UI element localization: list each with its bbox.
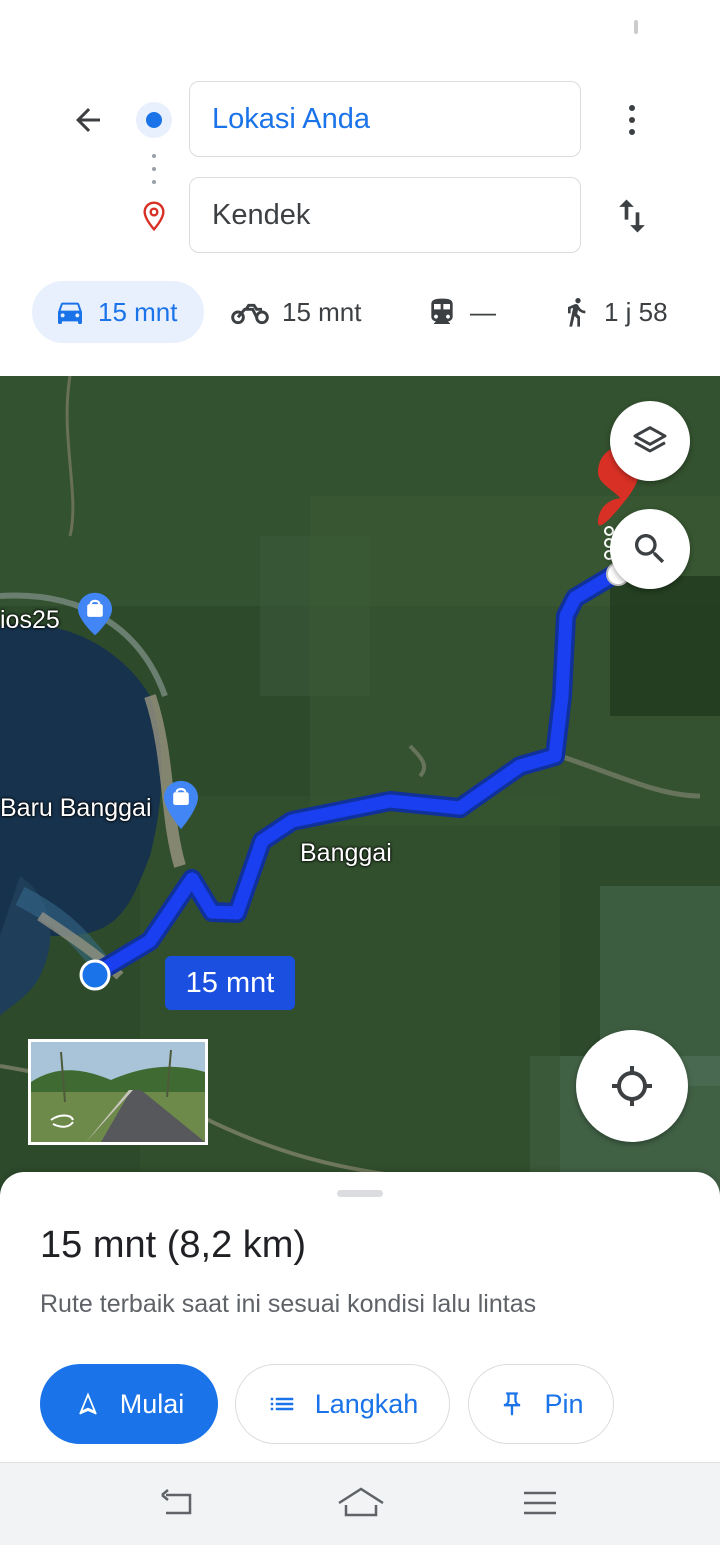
motorcycle-icon [231,303,269,325]
destination-pin-icon [143,201,165,232]
mode-transit-label: — [470,296,496,327]
system-home-icon[interactable] [336,1483,386,1523]
map-place-label[interactable]: Baru Banggai [0,794,152,823]
list-icon [270,1397,293,1411]
route-connector [152,154,156,184]
more-vert-icon [629,105,635,111]
directions-header: Lokasi Anda Kendek 15 mnt 15 mnt — 1 j 5… [0,0,720,376]
street-view-thumbnail[interactable] [28,1039,208,1145]
more-options-button[interactable] [612,96,652,144]
sheet-drag-handle[interactable] [337,1190,383,1197]
map-place-label[interactable]: ios25 [0,606,60,635]
system-navigation-bar [0,1462,720,1545]
mode-car-tab[interactable]: 15 mnt [32,281,204,343]
my-location-button[interactable] [576,1030,688,1142]
walk-icon [568,298,586,327]
start-button[interactable]: Mulai [40,1364,218,1444]
car-icon [58,302,82,324]
swap-icon[interactable] [610,192,654,240]
destination-field[interactable]: Kendek [189,177,581,253]
route-duration: 15 mnt (8,2 km) [40,1224,307,1266]
origin-field[interactable]: Lokasi Anda [189,81,581,157]
origin-marker-icon [136,102,172,138]
mode-motorcycle-tab[interactable]: 15 mnt [230,281,362,343]
pushpin-icon [504,1392,521,1416]
street-view-image [31,1042,205,1142]
start-button-label: Mulai [119,1388,185,1419]
system-back-icon[interactable] [158,1483,202,1523]
route-bottom-sheet: 15 mnt (8,2 km) Rute terbaik saat ini se… [0,1172,720,1462]
layers-icon [633,426,667,453]
pin-button-label: Pin [544,1388,584,1419]
arrow-left-icon [76,108,100,132]
mode-walk-tab[interactable]: 1 j 58 [560,281,668,343]
mode-transit-tab[interactable]: — [426,281,496,343]
navigation-arrow-icon [78,1392,97,1415]
back-button[interactable] [64,96,112,144]
map-town-label[interactable]: Banggai [300,839,392,868]
search-along-route-button[interactable] [610,509,690,589]
shopping-pin-icon [78,592,112,636]
mode-car-label: 15 mnt [98,296,178,327]
layers-button[interactable] [610,401,690,481]
route-description: Rute terbaik saat ini sesuai kondisi lal… [40,1290,537,1318]
steps-button[interactable]: Langkah [235,1364,450,1444]
shopping-pin-icon [164,780,198,830]
steps-button-label: Langkah [314,1388,419,1419]
system-recents-icon[interactable] [518,1483,562,1523]
pin-button[interactable]: Pin [468,1364,614,1444]
train-icon [431,298,453,324]
search-icon [635,534,665,564]
mode-walk-label: 1 j 58 [604,296,668,327]
route-eta-badge[interactable]: 15 mnt [165,956,295,1010]
my-location-icon [612,1066,652,1106]
status-indicator [634,20,638,34]
mode-motorcycle-label: 15 mnt [282,296,362,327]
satellite-map[interactable]: ios25 Baru Banggai Banggai 15 mnt [0,376,720,1196]
